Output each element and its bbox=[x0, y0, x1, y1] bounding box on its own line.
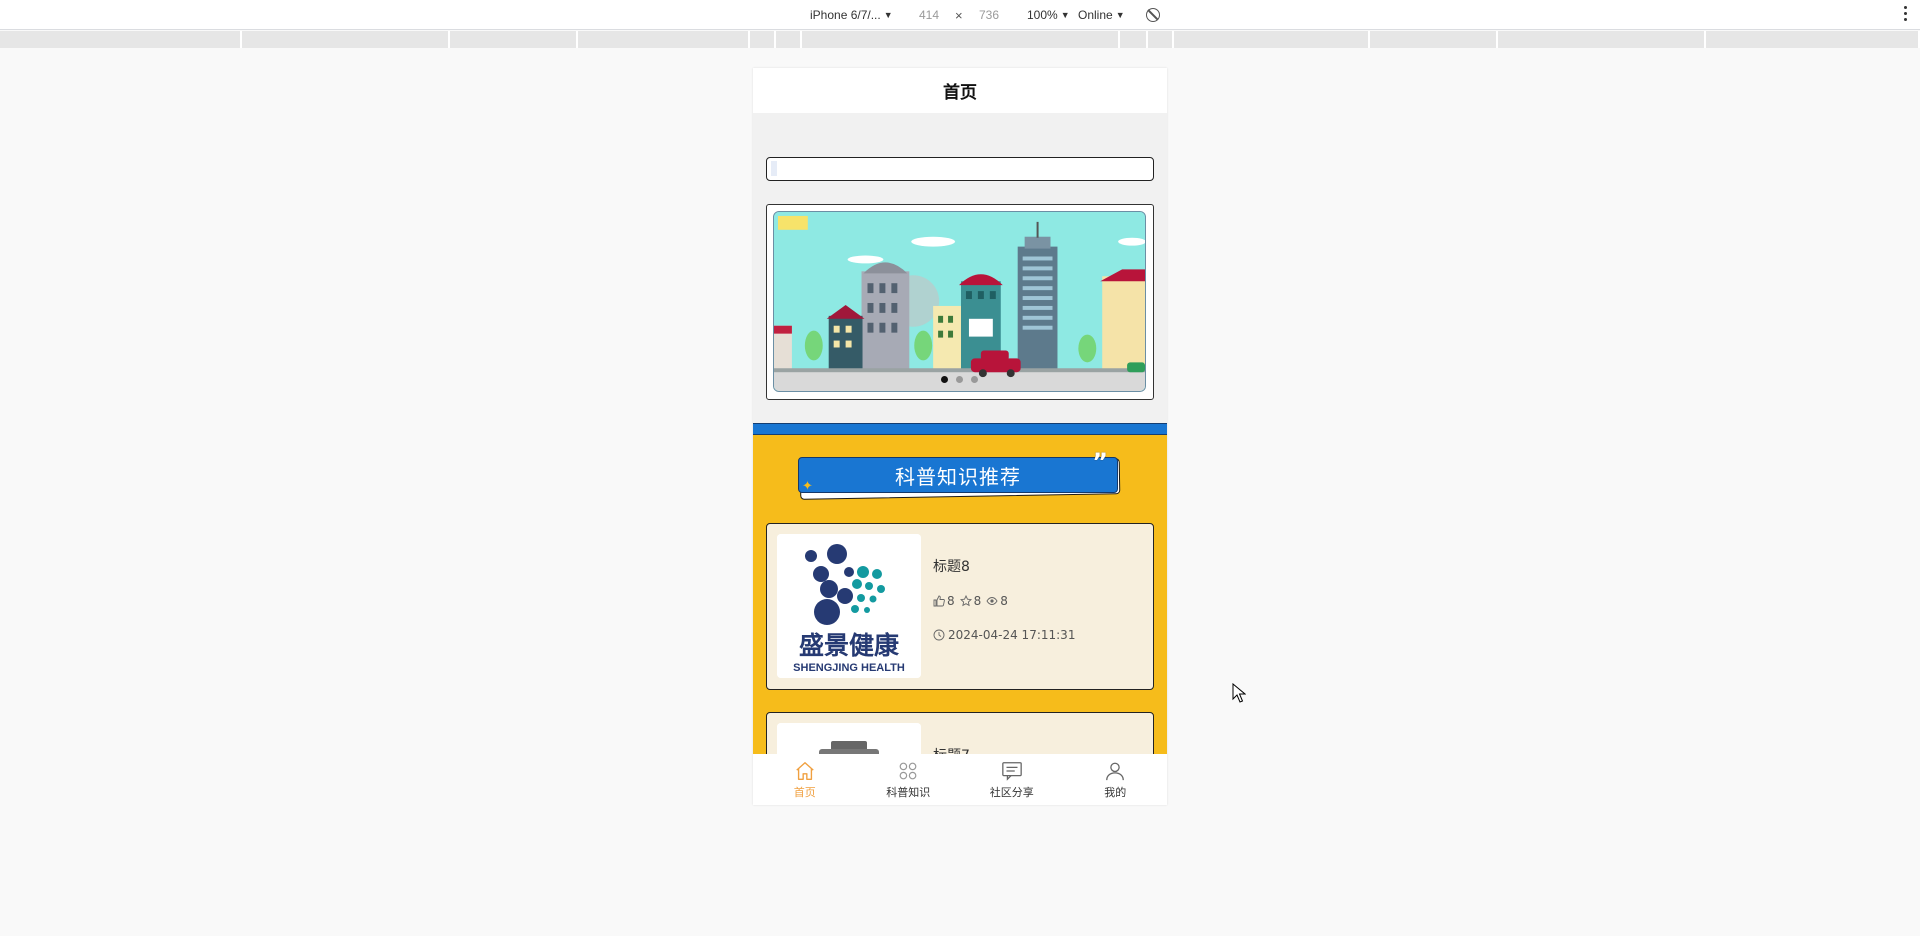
section-title-banner: 科普知识推荐 ” ✦ bbox=[798, 450, 1122, 500]
network-value: Online bbox=[1078, 8, 1113, 22]
logo-graphic: 盛景健康 SHENGJING HEALTH bbox=[777, 534, 921, 678]
banner-slide[interactable] bbox=[773, 211, 1146, 392]
grid-icon bbox=[899, 762, 917, 779]
mouse-cursor-icon bbox=[1232, 683, 1246, 703]
bottom-tab-bar: 首页 科普知识 社区分享 我的 bbox=[753, 754, 1167, 805]
article-thumbnail: 盛景健康 SHENGJING HEALTH bbox=[777, 534, 921, 678]
network-select[interactable]: Online ▼ bbox=[1078, 8, 1125, 22]
chevron-down-icon: ▼ bbox=[1060, 10, 1070, 20]
city-illustration bbox=[774, 212, 1145, 391]
banner-swiper[interactable] bbox=[766, 204, 1154, 400]
clock-icon bbox=[933, 629, 945, 641]
tab-label: 首页 bbox=[793, 785, 816, 799]
section-title: 科普知识推荐 bbox=[895, 464, 1021, 489]
devtools-toolbar: iPhone 6/7/... ▼ 414 × 736 100% ▼ Online… bbox=[0, 0, 1920, 30]
tab-home[interactable]: 首页 bbox=[753, 754, 857, 805]
star-icon bbox=[959, 595, 972, 607]
article-title: 标题8 bbox=[933, 559, 970, 575]
swiper-dots bbox=[774, 376, 1145, 383]
search-input[interactable] bbox=[766, 157, 1154, 181]
section-divider bbox=[753, 423, 1167, 435]
page-title: 首页 bbox=[943, 83, 977, 103]
times-sign: × bbox=[955, 8, 963, 23]
article-stats: 8 8 8 bbox=[933, 594, 1008, 608]
tab-label: 科普知识 bbox=[886, 785, 931, 799]
swiper-dot[interactable] bbox=[956, 376, 963, 383]
rotate-icon bbox=[1146, 8, 1160, 22]
device-name: iPhone 6/7/... bbox=[810, 8, 881, 22]
like-count: 8 bbox=[933, 594, 955, 608]
chat-icon bbox=[1001, 761, 1022, 781]
width-value: 414 bbox=[919, 8, 940, 22]
tab-label: 我的 bbox=[1104, 785, 1127, 799]
quote-icon: ” bbox=[1092, 448, 1108, 476]
svg-text:盛景健康: 盛景健康 bbox=[799, 631, 900, 660]
svg-text:SHENGJING HEALTH: SHENGJING HEALTH bbox=[793, 662, 905, 674]
article-time: 2024-04-24 17:11:31 bbox=[933, 628, 1075, 642]
more-options-icon[interactable] bbox=[1904, 6, 1908, 21]
tab-knowledge[interactable]: 科普知识 bbox=[857, 754, 961, 805]
user-icon bbox=[1106, 762, 1125, 780]
recommend-section: 科普知识推荐 ” ✦ 盛景健康 SHENGJING HEALTH 标题8 8 8… bbox=[753, 435, 1167, 805]
tab-profile[interactable]: 我的 bbox=[1064, 754, 1168, 805]
height-input[interactable]: 736 bbox=[979, 8, 999, 22]
article-card[interactable]: 盛景健康 SHENGJING HEALTH 标题8 8 8 8 2024-04-… bbox=[766, 523, 1154, 690]
zoom-value: 100% bbox=[1027, 8, 1058, 22]
thumbs-up-icon bbox=[933, 595, 945, 607]
chevron-down-icon: ▼ bbox=[883, 10, 893, 20]
device-select[interactable]: iPhone 6/7/... ▼ bbox=[810, 8, 893, 22]
rotate-button[interactable] bbox=[1146, 8, 1160, 22]
height-value: 736 bbox=[979, 8, 1000, 22]
swiper-dot[interactable] bbox=[941, 376, 948, 383]
tab-community[interactable]: 社区分享 bbox=[960, 754, 1064, 805]
home-icon bbox=[796, 761, 814, 780]
media-query-bar bbox=[0, 31, 1920, 48]
view-count: 8 bbox=[986, 594, 1008, 608]
chevron-down-icon: ▼ bbox=[1115, 10, 1125, 20]
sparkle-icon: ✦ bbox=[802, 479, 813, 494]
favorite-count: 8 bbox=[959, 594, 981, 608]
phone-viewport: 首页 科普知识推荐 ” ✦ 盛景健康 SHENGJING HEALTH 标题8 … bbox=[753, 68, 1167, 805]
nav-bar: 首页 bbox=[753, 68, 1167, 113]
eye-icon bbox=[986, 597, 998, 605]
swiper-dot[interactable] bbox=[971, 376, 978, 383]
tab-label: 社区分享 bbox=[989, 785, 1034, 799]
width-input[interactable]: 414 bbox=[919, 8, 939, 22]
zoom-select[interactable]: 100% ▼ bbox=[1027, 8, 1070, 22]
